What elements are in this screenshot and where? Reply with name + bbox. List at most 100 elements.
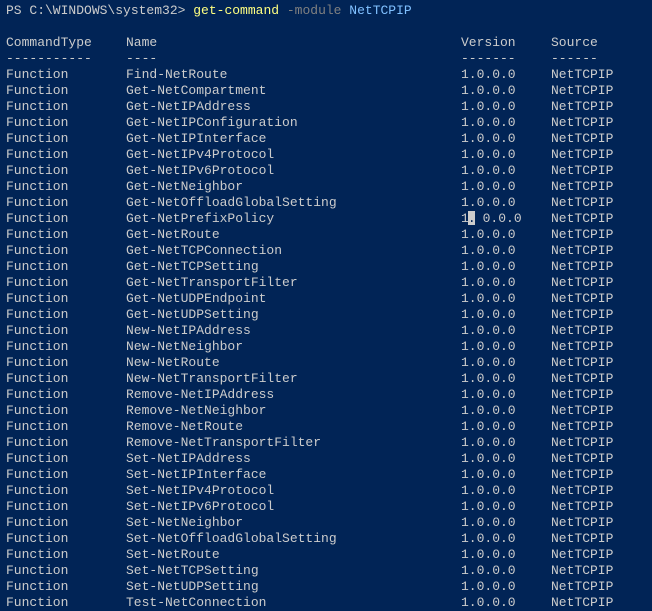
cell-version: 1.0.0.0 bbox=[461, 547, 551, 563]
prompt-prefix: PS C:\WINDOWS\system32> bbox=[6, 3, 193, 18]
cell-source: NetTCPIP bbox=[551, 371, 646, 387]
table-row: FunctionGet-NetIPv6Protocol1.0.0.0NetTCP… bbox=[6, 163, 646, 179]
cell-source: NetTCPIP bbox=[551, 419, 646, 435]
cell-commandtype: Function bbox=[6, 547, 126, 563]
cell-version: 1.0.0.0 bbox=[461, 371, 551, 387]
cell-commandtype: Function bbox=[6, 115, 126, 131]
blank-line bbox=[6, 19, 646, 35]
cell-name: Get-NetPrefixPolicy bbox=[126, 211, 461, 227]
cell-source: NetTCPIP bbox=[551, 211, 646, 227]
cell-source: NetTCPIP bbox=[551, 531, 646, 547]
prompt-command: get-command bbox=[193, 3, 279, 18]
cell-source: NetTCPIP bbox=[551, 307, 646, 323]
table-row: FunctionRemove-NetTransportFilter1.0.0.0… bbox=[6, 435, 646, 451]
cell-version: 1.0.0.0 bbox=[461, 67, 551, 83]
cell-name: Set-NetIPInterface bbox=[126, 467, 461, 483]
table-row: FunctionSet-NetOffloadGlobalSetting1.0.0… bbox=[6, 531, 646, 547]
cell-commandtype: Function bbox=[6, 211, 126, 227]
cell-version: 1.0.0.0 bbox=[461, 515, 551, 531]
cell-version: 1.0.0.0 bbox=[461, 435, 551, 451]
cell-source: NetTCPIP bbox=[551, 291, 646, 307]
table-row: FunctionNew-NetRoute1.0.0.0NetTCPIP bbox=[6, 355, 646, 371]
cell-version: 1.0.0.0 bbox=[461, 595, 551, 611]
cell-version: 1.0.0.0 bbox=[461, 387, 551, 403]
cell-name: Get-NetNeighbor bbox=[126, 179, 461, 195]
table-row: FunctionGet-NetRoute1.0.0.0NetTCPIP bbox=[6, 227, 646, 243]
cell-commandtype: Function bbox=[6, 275, 126, 291]
cell-commandtype: Function bbox=[6, 67, 126, 83]
cell-commandtype: Function bbox=[6, 99, 126, 115]
cell-name: Get-NetOffloadGlobalSetting bbox=[126, 195, 461, 211]
cell-source: NetTCPIP bbox=[551, 595, 646, 611]
table-row: FunctionSet-NetIPv4Protocol1.0.0.0NetTCP… bbox=[6, 483, 646, 499]
cell-commandtype: Function bbox=[6, 531, 126, 547]
table-row: FunctionGet-NetUDPSetting1.0.0.0NetTCPIP bbox=[6, 307, 646, 323]
cell-name: Get-NetIPInterface bbox=[126, 131, 461, 147]
cell-source: NetTCPIP bbox=[551, 435, 646, 451]
cell-version: 1.0.0.0 bbox=[461, 307, 551, 323]
cell-commandtype: Function bbox=[6, 163, 126, 179]
cell-version: 1.0.0.0 bbox=[461, 259, 551, 275]
cell-commandtype: Function bbox=[6, 307, 126, 323]
table-row: FunctionGet-NetUDPEndpoint1.0.0.0NetTCPI… bbox=[6, 291, 646, 307]
cell-name: Set-NetNeighbor bbox=[126, 515, 461, 531]
cell-source: NetTCPIP bbox=[551, 515, 646, 531]
cell-commandtype: Function bbox=[6, 259, 126, 275]
prompt-arg: NetTCPIP bbox=[349, 3, 411, 18]
table-row: FunctionGet-NetIPConfiguration1.0.0.0Net… bbox=[6, 115, 646, 131]
cell-name: Remove-NetNeighbor bbox=[126, 403, 461, 419]
cell-version: 1.0.0.0 bbox=[461, 323, 551, 339]
cell-commandtype: Function bbox=[6, 515, 126, 531]
cell-commandtype: Function bbox=[6, 83, 126, 99]
cell-source: NetTCPIP bbox=[551, 115, 646, 131]
cell-source: NetTCPIP bbox=[551, 259, 646, 275]
cell-version: 1.0.0.0 bbox=[461, 195, 551, 211]
cell-name: Get-NetCompartment bbox=[126, 83, 461, 99]
cell-source: NetTCPIP bbox=[551, 227, 646, 243]
cell-name: Get-NetTCPConnection bbox=[126, 243, 461, 259]
cell-version: 1.0.0.0 bbox=[461, 147, 551, 163]
cell-source: NetTCPIP bbox=[551, 451, 646, 467]
cell-commandtype: Function bbox=[6, 355, 126, 371]
cell-source: NetTCPIP bbox=[551, 387, 646, 403]
table-row: FunctionRemove-NetIPAddress1.0.0.0NetTCP… bbox=[6, 387, 646, 403]
cell-commandtype: Function bbox=[6, 243, 126, 259]
header-version: Version bbox=[461, 35, 551, 51]
cell-commandtype: Function bbox=[6, 403, 126, 419]
cell-version: 1.0.0.0 bbox=[461, 579, 551, 595]
cell-version: 1.0.0.0 bbox=[461, 227, 551, 243]
cell-version: 1.0.0.0 bbox=[461, 531, 551, 547]
table-row: FunctionSet-NetUDPSetting1.0.0.0NetTCPIP bbox=[6, 579, 646, 595]
cell-commandtype: Function bbox=[6, 467, 126, 483]
cell-commandtype: Function bbox=[6, 195, 126, 211]
cell-version: 1.0.0.0 bbox=[461, 499, 551, 515]
cell-commandtype: Function bbox=[6, 595, 126, 611]
cell-name: Remove-NetTransportFilter bbox=[126, 435, 461, 451]
prompt-param: -module bbox=[287, 3, 342, 18]
cell-commandtype: Function bbox=[6, 563, 126, 579]
cell-commandtype: Function bbox=[6, 387, 126, 403]
table-row: FunctionNew-NetTransportFilter1.0.0.0Net… bbox=[6, 371, 646, 387]
cell-name: New-NetRoute bbox=[126, 355, 461, 371]
table-row: FunctionFind-NetRoute1.0.0.0NetTCPIP bbox=[6, 67, 646, 83]
cell-version: 1.0.0.0 bbox=[461, 99, 551, 115]
cell-version: 1.0.0.0 bbox=[461, 115, 551, 131]
cell-version: 1.0.0.0 bbox=[461, 563, 551, 579]
prompt-line[interactable]: PS C:\WINDOWS\system32> get-command -mod… bbox=[6, 3, 646, 19]
header-commandtype: CommandType bbox=[6, 35, 126, 51]
cell-name: New-NetTransportFilter bbox=[126, 371, 461, 387]
cell-name: Remove-NetRoute bbox=[126, 419, 461, 435]
cell-name: Get-NetIPv6Protocol bbox=[126, 163, 461, 179]
table-row: FunctionGet-NetTCPSetting1.0.0.0NetTCPIP bbox=[6, 259, 646, 275]
table-row: FunctionGet-NetPrefixPolicy1. 0.0.0NetTC… bbox=[6, 211, 646, 227]
table-row: FunctionTest-NetConnection1.0.0.0NetTCPI… bbox=[6, 595, 646, 611]
cell-source: NetTCPIP bbox=[551, 499, 646, 515]
cell-version: 1.0.0.0 bbox=[461, 339, 551, 355]
cell-version: 1.0.0.0 bbox=[461, 83, 551, 99]
cursor-icon: . bbox=[468, 211, 475, 225]
cell-version: 1.0.0.0 bbox=[461, 131, 551, 147]
cell-source: NetTCPIP bbox=[551, 243, 646, 259]
cell-source: NetTCPIP bbox=[551, 275, 646, 291]
cell-name: Set-NetIPv4Protocol bbox=[126, 483, 461, 499]
cell-source: NetTCPIP bbox=[551, 147, 646, 163]
